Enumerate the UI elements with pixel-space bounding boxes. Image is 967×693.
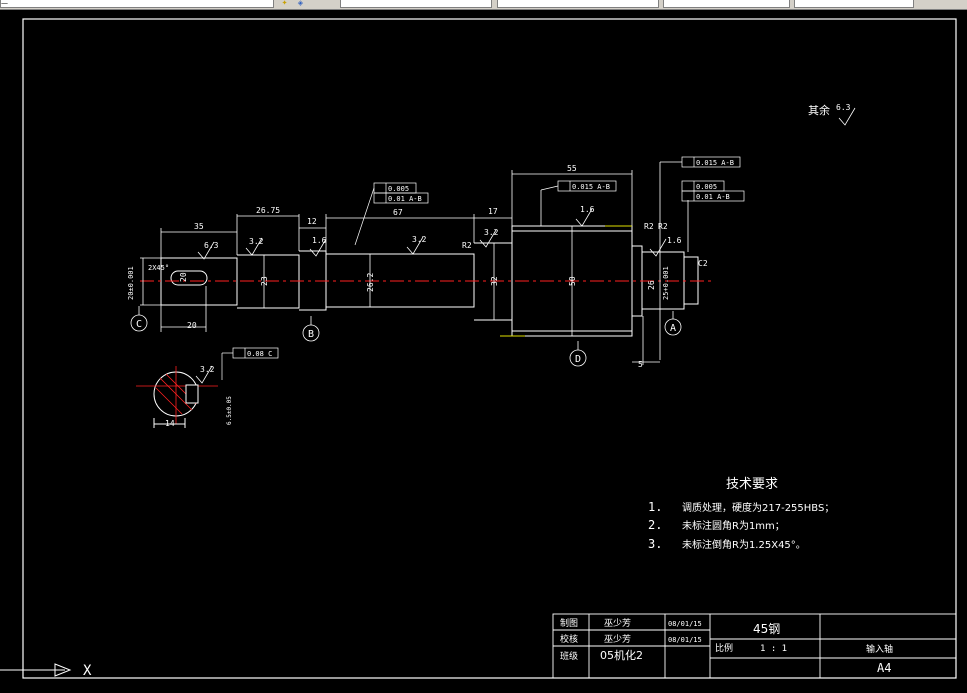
roughness-rest-note: 其余 [808, 103, 830, 117]
datum-d: D [575, 354, 581, 365]
section-view [136, 366, 218, 428]
requirement-3-num: 3. [648, 537, 662, 551]
roughness-3-2-b: 3.2 [412, 235, 427, 244]
dim-17: 17 [488, 207, 498, 216]
tol-2-value: 0.015 A-B [572, 183, 610, 191]
tb-material: 45钢 [753, 622, 780, 636]
dim-50: 50 [568, 276, 577, 286]
tb-part-name: 输入轴 [866, 643, 893, 655]
tb-sheet-size: A4 [877, 661, 891, 675]
dim-key-depth: 6.5±0.05 [226, 396, 233, 425]
dim-32: 32 [490, 276, 499, 286]
tb-class-label: 班级 [560, 650, 578, 662]
requirement-1-num: 1. [648, 500, 662, 514]
drawing-canvas[interactable]: 35 26.75 12 67 17 55 20 14 5 R2 R2 R2 C2… [0, 10, 967, 689]
requirements-heading: 技术要求 [726, 477, 778, 492]
ucs-x-label: X [83, 663, 92, 679]
toolbar: — ✦ ◈ [0, 0, 967, 10]
datum-a: A [670, 323, 676, 334]
requirement-3-text: 未标注倒角R为1.25X45°。 [682, 538, 806, 551]
dim-r2-a: R2 [462, 241, 472, 250]
tb-scale-value: 1 : 1 [760, 644, 787, 654]
dim-25-tol: 25+0.001 [662, 266, 670, 300]
tol-3-value: 0.015 A-B [696, 159, 734, 167]
dim-r2-c: R2 [644, 222, 654, 231]
roughness-1-6-a: 1.6 [312, 236, 327, 245]
tb-draw-date: 08/01/15 [668, 620, 702, 628]
tb-check-name: 巫少芳 [604, 633, 631, 645]
dim-26-75: 26.75 [256, 206, 280, 215]
dim-key-chamfer: 2X45° [148, 264, 169, 272]
dimension-texts: 35 26.75 12 67 17 55 20 14 5 R2 R2 R2 C2… [148, 164, 708, 428]
tolerance-values: 0.005 0.01 A-B 0.015 A-B 0.015 A-B 0.005… [247, 159, 734, 358]
tb-scale-label: 比例 [715, 642, 733, 654]
dim-c2: C2 [698, 259, 708, 268]
dim-23: 23 [260, 276, 269, 286]
dim-26-2: 26.2 [366, 273, 375, 292]
tb-check-date: 08/01/15 [668, 636, 702, 644]
roughness-3-2-d: 3.2 [200, 365, 215, 374]
dim-12: 12 [307, 217, 317, 226]
dimension-lines [140, 161, 689, 365]
layer-state-icon[interactable]: ✦ [280, 0, 289, 7]
layer-value: — [1, 0, 8, 7]
roughness-symbols [195, 107, 856, 384]
dim-35: 35 [194, 222, 204, 231]
datum-letters: C B D A [136, 319, 676, 365]
requirement-2-num: 2. [648, 518, 662, 532]
tol-4-value: 0.005 [696, 183, 717, 191]
dim-20: 20 [187, 321, 197, 330]
dim-20-vert: 20 [179, 272, 188, 282]
tb-draw-label: 制图 [560, 617, 578, 629]
cad-drawing[interactable]: 35 26.75 12 67 17 55 20 14 5 R2 R2 R2 C2… [0, 10, 967, 689]
lineweight-dropdown[interactable] [663, 0, 790, 8]
dim-5: 5 [638, 360, 643, 369]
plotstyle-dropdown[interactable] [794, 0, 914, 8]
linetype-dropdown[interactable] [497, 0, 659, 8]
roughness-3-2-c: 3.2 [484, 228, 499, 237]
datum-b: B [308, 329, 314, 340]
dim-26: 26 [647, 280, 656, 290]
roughness-1-6-b: 1.6 [580, 205, 595, 214]
technical-requirements: 技术要求 1. 调质处理，硬度为217-255HBS； 2. 未标注圆角R为1m… [648, 477, 834, 551]
vertical-dims: 23 26.2 32 50 26 20 20±0.001 25+0.001 6.… [127, 266, 670, 425]
roughness-3-2-a: 3.2 [249, 237, 264, 246]
requirement-1-text: 调质处理，硬度为217-255HBS； [682, 501, 834, 514]
layer-props-icon[interactable]: ◈ [296, 0, 305, 7]
drawing-border [22, 18, 957, 679]
dim-55: 55 [567, 164, 577, 173]
tol-5-value: 0.08 C [247, 350, 272, 358]
tb-class-name: 05机化2 [600, 648, 643, 662]
roughness-6-3: 6.3 [204, 241, 219, 250]
color-dropdown[interactable] [340, 0, 492, 8]
roughness-rest-value: 6.3 [836, 103, 851, 112]
datum-c: C [136, 319, 142, 330]
layer-dropdown[interactable]: — [0, 0, 274, 8]
tb-draw-name: 巫少芳 [604, 617, 631, 629]
requirement-2-text: 未标注圆角R为1mm； [682, 519, 785, 532]
tol-1-ref: 0.01 A-B [388, 195, 422, 203]
dim-key-tol: 20±0.001 [127, 266, 135, 300]
tb-check-label: 校核 [560, 633, 578, 645]
roughness-1-6-c: 1.6 [667, 236, 682, 245]
dim-67: 67 [393, 208, 403, 217]
tol-1-value: 0.005 [388, 185, 409, 193]
ucs-icon: X [0, 663, 92, 679]
dim-r2-d: R2 [658, 222, 668, 231]
roughness-values: 6.3 3.2 1.6 3.2 3.2 1.6 1.6 3.2 6.3 其余 [200, 103, 851, 374]
tol-4-ref: 0.01 A-B [696, 193, 730, 201]
